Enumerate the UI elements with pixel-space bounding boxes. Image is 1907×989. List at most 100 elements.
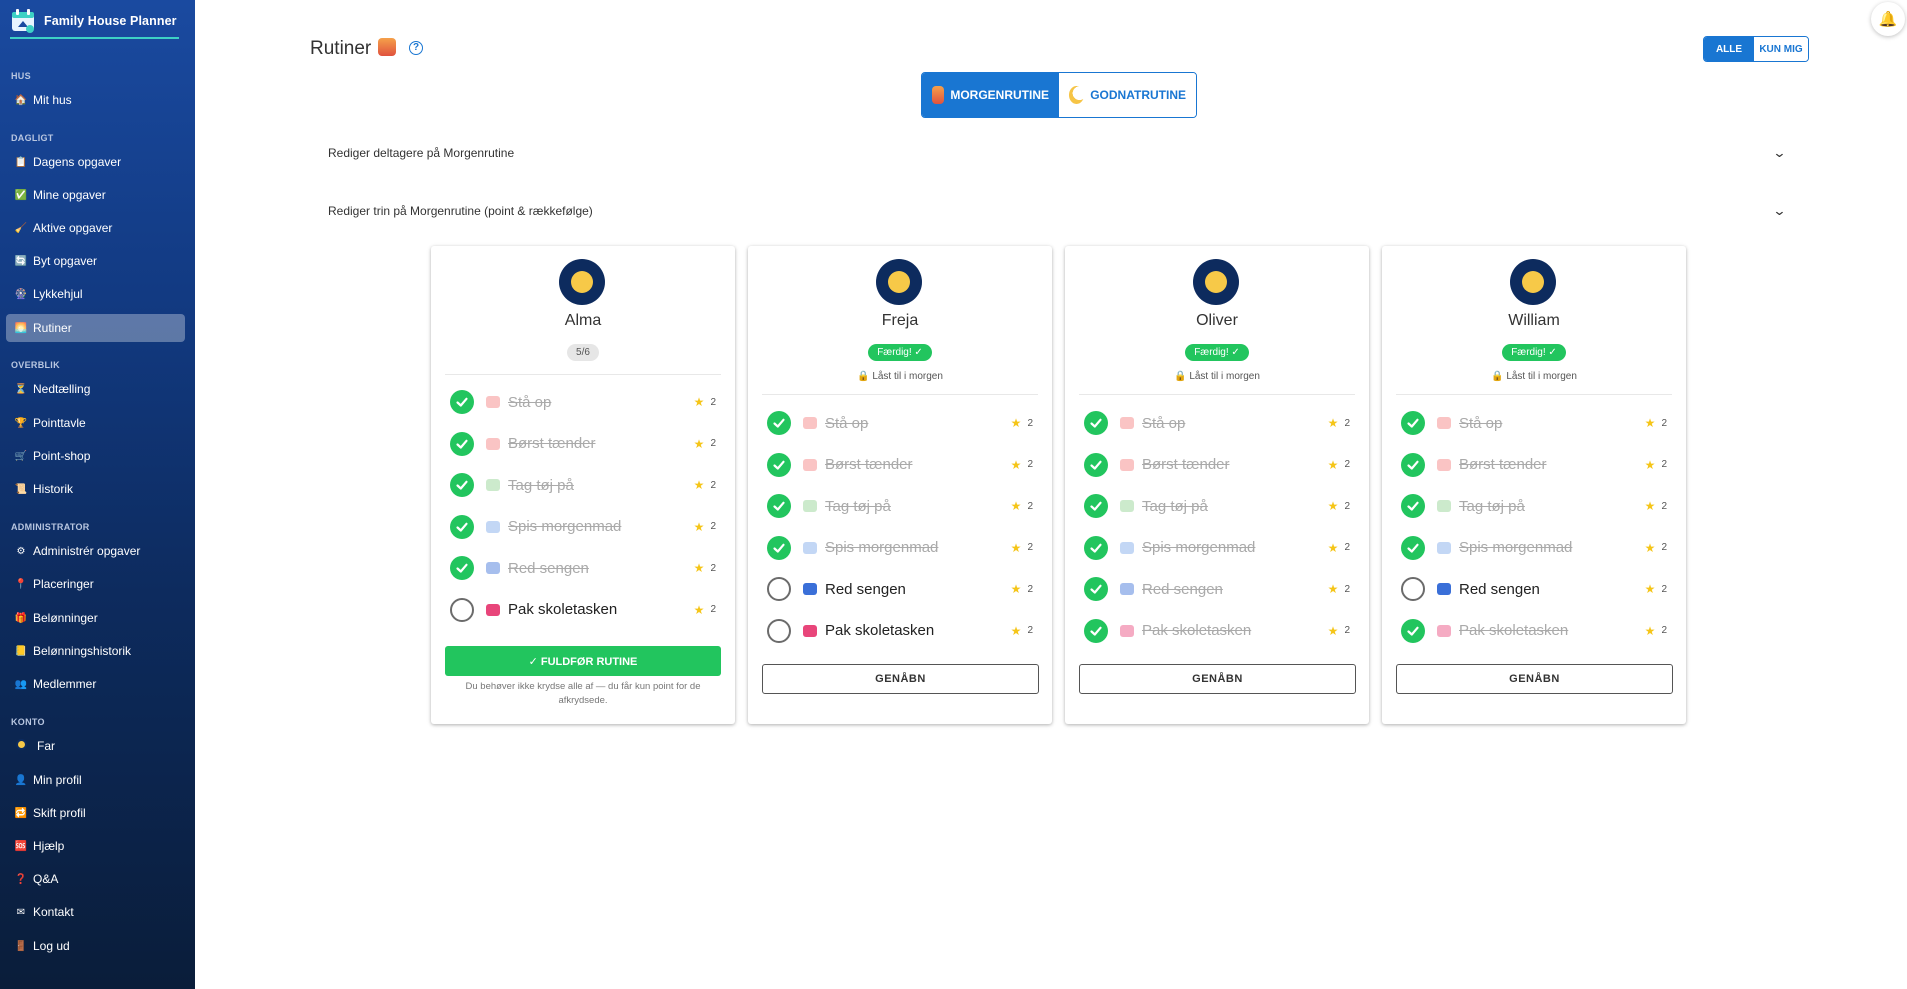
- sidebar-item-beloenningshistorik[interactable]: 📒 Belønningshistorik: [6, 637, 185, 665]
- routine-step[interactable]: Red sengen ★ 2: [444, 552, 724, 584]
- checked-circle-icon[interactable]: [1084, 411, 1108, 435]
- star-icon: ★: [1327, 540, 1339, 555]
- sidebar-item-hjaelp[interactable]: 🆘 Hjælp: [6, 832, 185, 860]
- filter-only-me-button[interactable]: KUN MIG: [1754, 37, 1808, 61]
- routine-step[interactable]: Pak skoletasken ★ 2: [1395, 615, 1675, 647]
- sidebar-item-skift-profil[interactable]: 🔁 Skift profil: [6, 799, 185, 827]
- routine-card: William Færdig! ✓ 🔒 Låst til i morgen Stå o…: [1382, 246, 1686, 724]
- routine-step[interactable]: Spis morgenmad ★ 2: [1395, 532, 1675, 564]
- checked-circle-icon[interactable]: [450, 390, 474, 414]
- sidebar-item-dagens-opgaver[interactable]: 📋 Dagens opgaver: [6, 148, 185, 176]
- checked-circle-icon[interactable]: [1084, 494, 1108, 518]
- checked-circle-icon[interactable]: [767, 535, 791, 560]
- routine-step[interactable]: Pak skoletasken ★ 2: [761, 615, 1041, 647]
- sidebar-item-byt-opgaver[interactable]: 🔄 Byt opgaver: [6, 247, 185, 275]
- routine-step[interactable]: Red sengen ★ 2: [761, 573, 1041, 605]
- filter-all-button[interactable]: ALLE: [1704, 37, 1754, 61]
- brand[interactable]: Family House Planner: [0, 1, 195, 41]
- sidebar-item-nedtaelling[interactable]: ⏳ Nedtælling: [6, 375, 185, 403]
- gift-icon: 🎁: [14, 612, 28, 624]
- star-icon: ★: [1010, 499, 1022, 513]
- sidebar-item-administrer-opgaver[interactable]: ⚙ Administrér opgaver: [6, 537, 185, 565]
- accordion-edit-participants[interactable]: Rediger deltagere på Morgenrutine ⌄: [328, 133, 1788, 173]
- routine-step[interactable]: Børst tænder ★ 2: [761, 449, 1041, 481]
- routine-step[interactable]: Tag tøj på ★ 2: [1395, 490, 1675, 522]
- step-points: ★ 2: [1645, 541, 1667, 555]
- checked-circle-icon[interactable]: [1401, 494, 1425, 518]
- unchecked-circle-icon[interactable]: [450, 597, 474, 622]
- step-points: ★ 2: [1645, 582, 1667, 596]
- checked-circle-icon[interactable]: [450, 431, 474, 456]
- checked-circle-icon[interactable]: [1084, 535, 1108, 560]
- routine-step[interactable]: Børst tænder ★ 2: [1078, 449, 1358, 481]
- routine-step[interactable]: Spis morgenmad ★ 2: [444, 511, 724, 543]
- sidebar-item-historik[interactable]: 📜 Historik: [6, 475, 185, 503]
- routine-step[interactable]: Tag tøj på ★ 2: [444, 469, 724, 501]
- sidebar-item-mit-hus[interactable]: 🏠 Mit hus: [6, 86, 185, 114]
- routine-step[interactable]: Red sengen ★ 2: [1395, 573, 1675, 605]
- sidebar-item-log-ud[interactable]: 🚪 Log ud: [6, 932, 185, 960]
- reopen-button[interactable]: GENÅBN: [1079, 664, 1356, 694]
- notifications-bell-icon[interactable]: 🔔: [1871, 2, 1905, 36]
- step-label: Børst tænder: [1142, 456, 1230, 473]
- routine-step[interactable]: Pak skoletasken ★ 2: [1078, 615, 1358, 647]
- unchecked-circle-icon[interactable]: [1401, 577, 1425, 601]
- routine-step[interactable]: Børst tænder ★ 2: [444, 428, 724, 460]
- checked-circle-icon[interactable]: [450, 556, 474, 580]
- step-points: ★ 2: [1011, 458, 1033, 472]
- checked-circle-icon[interactable]: [1084, 618, 1108, 643]
- routine-step[interactable]: Stå op ★ 2: [1395, 407, 1675, 439]
- routine-step[interactable]: Pak skoletasken ★ 2: [444, 594, 724, 626]
- checked-circle-icon[interactable]: [1401, 535, 1425, 560]
- complete-routine-button[interactable]: ✓ FULDFØR RUTINE: [445, 646, 721, 676]
- reopen-button[interactable]: GENÅBN: [762, 664, 1039, 694]
- sidebar-item-beloenninger[interactable]: 🎁 Belønninger: [6, 604, 185, 632]
- progress-badge: 5/6: [567, 344, 599, 361]
- sidebar-item-mine-opgaver[interactable]: ✅ Mine opgaver: [6, 181, 185, 209]
- tab-godnatrutine[interactable]: GODNATRUTINE: [1059, 73, 1196, 117]
- checked-circle-icon[interactable]: [1084, 577, 1108, 601]
- unchecked-circle-icon[interactable]: [767, 618, 791, 643]
- accordion-edit-steps[interactable]: Rediger trin på Morgenrutine (point & ræ…: [328, 191, 1788, 231]
- checked-circle-icon[interactable]: [1084, 452, 1108, 477]
- sidebar-item-far[interactable]: Far: [6, 732, 185, 760]
- star-icon: ★: [1327, 416, 1339, 430]
- sidebar-item-medlemmer[interactable]: 👥 Medlemmer: [6, 670, 185, 698]
- checked-circle-icon[interactable]: [767, 494, 791, 518]
- sidebar-item-aktive-opgaver[interactable]: 🧹 Aktive opgaver: [6, 214, 185, 242]
- routine-step[interactable]: Tag tøj på ★ 2: [761, 490, 1041, 522]
- sidebar-item-qa[interactable]: ❓ Q&A: [6, 865, 185, 893]
- sidebar-item-point-shop[interactable]: 🛒 Point-shop: [6, 442, 185, 470]
- sidebar-item-min-profil[interactable]: 👤 Min profil: [6, 766, 185, 794]
- routine-step[interactable]: Stå op ★ 2: [1078, 407, 1358, 439]
- step-points: ★ 2: [694, 561, 716, 575]
- routine-step[interactable]: Spis morgenmad ★ 2: [761, 532, 1041, 564]
- routine-step[interactable]: Red sengen ★ 2: [1078, 573, 1358, 605]
- checked-circle-icon[interactable]: [1401, 411, 1425, 435]
- sidebar-item-kontakt[interactable]: ✉ Kontakt: [6, 898, 185, 926]
- checked-circle-icon[interactable]: [1401, 452, 1425, 477]
- section-overblik: OVERBLIK: [11, 360, 60, 370]
- reopen-button[interactable]: GENÅBN: [1396, 664, 1673, 694]
- avatar-face-icon: [571, 271, 593, 293]
- sidebar-item-placeringer[interactable]: 📍 Placeringer: [6, 570, 185, 598]
- checked-circle-icon[interactable]: [767, 452, 791, 477]
- routine-step[interactable]: Spis morgenmad ★ 2: [1078, 532, 1358, 564]
- sidebar-item-rutiner[interactable]: 🌅 Rutiner: [6, 314, 185, 342]
- routine-step[interactable]: Tag tøj på ★ 2: [1078, 490, 1358, 522]
- sidebar-item-pointtavle[interactable]: 🏆 Pointtavle: [6, 409, 185, 437]
- unchecked-circle-icon[interactable]: [767, 577, 791, 601]
- checked-circle-icon[interactable]: [450, 514, 474, 539]
- checked-circle-icon[interactable]: [450, 473, 474, 497]
- checked-circle-icon[interactable]: [767, 411, 791, 435]
- sidebar-item-lykkehjul[interactable]: 🎡 Lykkehjul: [6, 280, 185, 308]
- help-icon[interactable]: ?: [409, 41, 423, 55]
- tab-morgenrutine[interactable]: MORGENRUTINE: [922, 73, 1059, 117]
- app-name: Family House Planner: [44, 14, 177, 28]
- routine-step[interactable]: Børst tænder ★ 2: [1395, 449, 1675, 481]
- checked-circle-icon[interactable]: [1401, 618, 1425, 643]
- divider: [1396, 394, 1672, 395]
- routine-step[interactable]: Stå op ★ 2: [761, 407, 1041, 439]
- routine-step[interactable]: Stå op ★ 2: [444, 386, 724, 418]
- step-label: Tag tøj på: [1459, 497, 1525, 515]
